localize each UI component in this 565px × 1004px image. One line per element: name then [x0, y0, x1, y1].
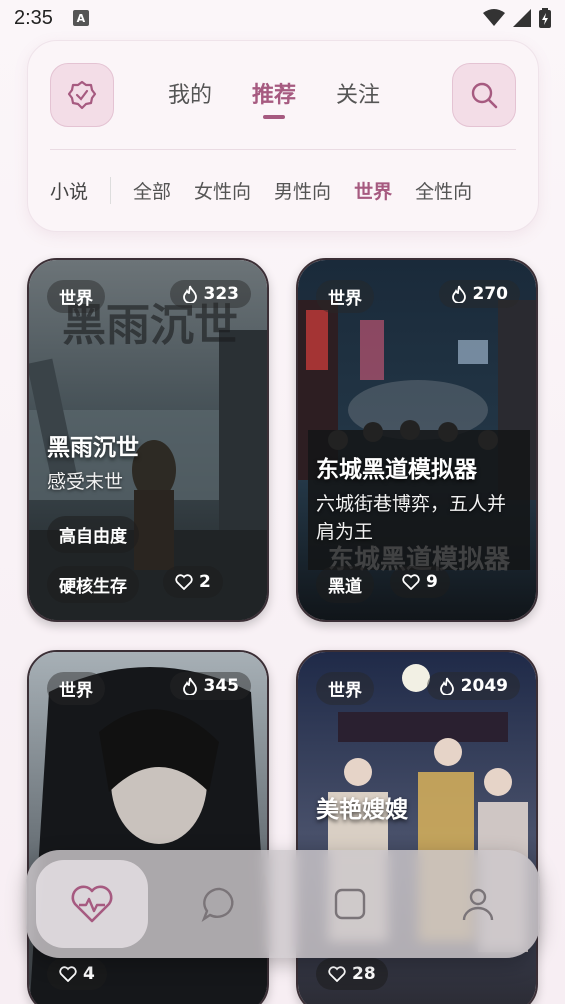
user-icon[interactable]: [458, 884, 498, 924]
card-title: 东城黑道模拟器: [316, 457, 477, 483]
chat-bubble-icon[interactable]: [200, 884, 240, 924]
category-all[interactable]: 全部: [133, 177, 171, 204]
category-universal[interactable]: 全性向: [415, 177, 472, 204]
heart-pulse-icon: [71, 885, 113, 923]
heart-icon: [175, 574, 193, 590]
heat-badge: 323: [169, 280, 251, 308]
category-female[interactable]: 女性向: [194, 177, 251, 204]
wifi-icon: [483, 9, 505, 26]
like-count: 2: [199, 572, 211, 592]
card-title: 黑雨沉世: [47, 435, 139, 461]
heat-count: 323: [203, 284, 240, 304]
flame-icon: [451, 285, 466, 303]
card-chip: 硬核生存: [47, 566, 139, 603]
like-badge[interactable]: 9: [390, 566, 450, 598]
card-subtitle: 感受末世: [47, 471, 124, 493]
flame-icon: [182, 677, 197, 695]
nav-home-button[interactable]: [36, 860, 148, 948]
card-tag: 世界: [47, 672, 105, 705]
heart-icon: [59, 966, 77, 982]
heart-icon: [402, 574, 420, 590]
like-count: 28: [352, 964, 376, 984]
like-badge[interactable]: 4: [47, 958, 107, 990]
category-label[interactable]: 小说: [50, 177, 112, 204]
card-title: 美艳嫂嫂: [316, 797, 408, 823]
notification-icon: A: [72, 10, 89, 26]
story-card[interactable]: 黑雨沉世 世界 323 黑雨沉世 感受末世 高自由度 硬核生存 2: [27, 258, 269, 622]
top-panel: 我的 推荐 关注 小说 全部 女性向 男性向 世界 全性向: [27, 40, 539, 232]
status-bar: 2:35 A: [0, 0, 565, 36]
grid-icon[interactable]: [330, 884, 370, 924]
heart-icon: [328, 966, 346, 982]
like-badge[interactable]: 28: [316, 958, 388, 990]
like-count: 4: [83, 964, 95, 984]
tab-follow[interactable]: 关注: [336, 77, 380, 109]
signal-icon: [513, 9, 531, 27]
heat-badge: 270: [438, 280, 520, 308]
card-chip: 黑道: [316, 566, 374, 603]
search-icon: [471, 82, 498, 109]
category-row: 小说 全部 女性向 男性向 世界 全性向: [50, 177, 495, 204]
heat-badge: 345: [169, 672, 251, 700]
flame-icon: [182, 285, 197, 303]
like-count: 9: [426, 572, 438, 592]
nav-tabs: 我的 推荐 关注: [168, 77, 380, 109]
heat-badge: 2049: [426, 672, 520, 700]
panel-divider: [50, 149, 516, 150]
category-male[interactable]: 男性向: [274, 177, 331, 204]
flame-icon: [439, 677, 454, 695]
tab-recommend[interactable]: 推荐: [252, 77, 296, 109]
badge-button[interactable]: [50, 63, 114, 127]
heat-count: 2049: [460, 676, 508, 696]
verified-badge-icon: [67, 80, 97, 110]
card-tag: 世界: [316, 672, 374, 705]
card-tag: 世界: [47, 280, 105, 313]
search-button[interactable]: [452, 63, 516, 127]
status-time: 2:35: [14, 6, 53, 29]
heat-count: 270: [472, 284, 509, 304]
card-subtitle: 六城街巷博弈，五人并肩为王: [316, 493, 507, 543]
story-card[interactable]: 东城黑道模拟器 世界 270 东城黑道模拟器 六城街巷博弈，五人并肩为王 黑道 …: [296, 258, 538, 622]
category-world[interactable]: 世界: [354, 177, 392, 204]
card-tag: 世界: [316, 280, 374, 313]
card-chip: 高自由度: [47, 516, 139, 553]
heat-count: 345: [203, 676, 240, 696]
bottom-nav: [26, 850, 540, 958]
tab-mine[interactable]: 我的: [168, 77, 212, 109]
battery-icon: [539, 8, 551, 28]
like-badge[interactable]: 2: [163, 566, 223, 598]
